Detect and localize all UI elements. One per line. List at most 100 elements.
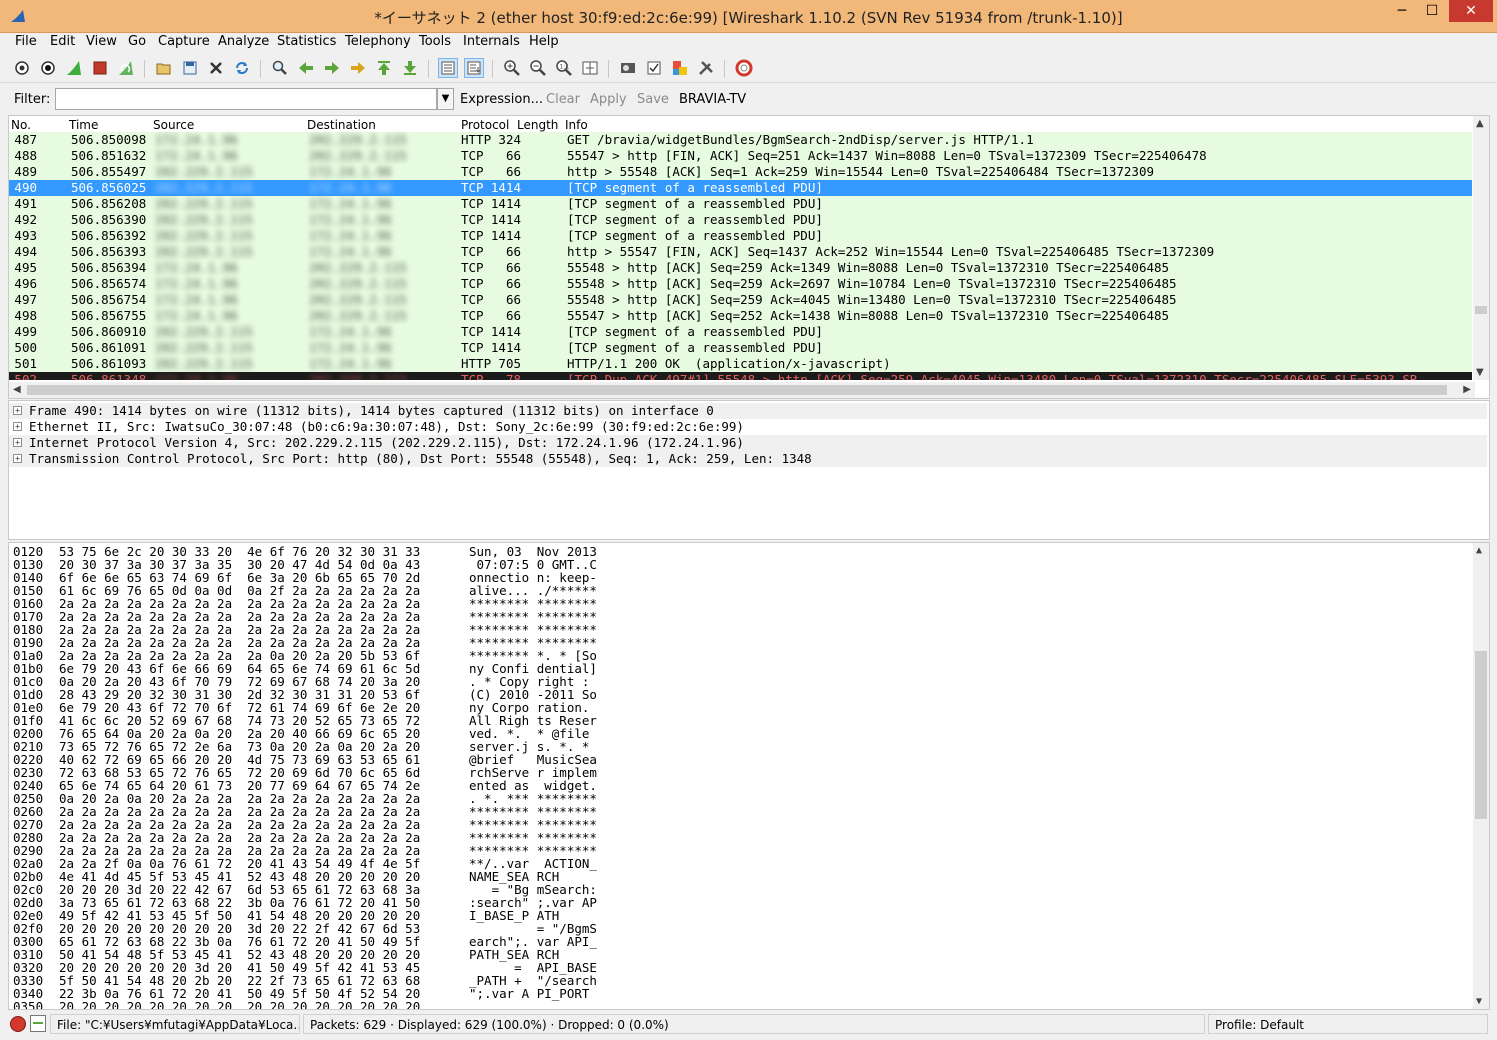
hex-bytes[interactable]: 20 20 20 20 20 20 20 20 20 20 20 20 20 2… — [59, 1000, 420, 1009]
packet-row[interactable]: 490 506.856025 202.229.2.115 172.24.1.96 TCP… — [9, 180, 1472, 196]
packet-row[interactable]: 493 506.856392 202.229.2.115 172.24.1.96 TCP… — [9, 228, 1472, 244]
restart-capture-icon[interactable] — [116, 58, 136, 78]
zoom-in-icon[interactable] — [502, 58, 522, 78]
go-to-packet-icon[interactable] — [348, 58, 368, 78]
scrollbar-thumb[interactable] — [1475, 306, 1487, 314]
menu-file[interactable]: File — [15, 34, 37, 49]
interfaces-icon[interactable] — [12, 58, 32, 78]
column-header-source[interactable]: Source — [153, 118, 194, 132]
scroll-right-icon[interactable]: ▶ — [1463, 384, 1471, 395]
open-file-icon[interactable] — [154, 58, 174, 78]
expert-info-icon[interactable] — [10, 1016, 26, 1032]
hex-ascii[interactable] — [469, 1000, 597, 1009]
packet-row[interactable]: 488 506.851632 172.24.1.96 202.229.2.115 TCP… — [9, 148, 1472, 164]
packet-row[interactable]: 489 506.855497 202.229.2.115 172.24.1.96 TCP… — [9, 164, 1472, 180]
packet-row[interactable]: 492 506.856390 202.229.2.115 172.24.1.96 TCP… — [9, 212, 1472, 228]
first-packet-icon[interactable] — [374, 58, 394, 78]
hex-offset[interactable]: 0350 — [13, 1000, 43, 1009]
scrollbar-thumb[interactable] — [1475, 651, 1487, 819]
clear-button[interactable]: Clear — [546, 92, 580, 107]
maximize-button[interactable]: ☐ — [1417, 0, 1447, 22]
scroll-down-icon[interactable]: ▼ — [1476, 996, 1482, 1007]
normal-size-icon[interactable]: 1:1 — [554, 58, 574, 78]
packet-row[interactable]: 495 506.856394 172.24.1.96 202.229.2.115 TCP… — [9, 260, 1472, 276]
packet-row[interactable]: 494 506.856393 202.229.2.115 172.24.1.96 TCP… — [9, 244, 1472, 260]
packet-bytes-pane[interactable]: 0120 53 75 6e 2c 20 30 33 20 4e 6f 76 20 … — [8, 542, 1490, 1010]
expression-button[interactable]: Expression... — [460, 92, 543, 107]
colorize-icon[interactable] — [438, 58, 458, 78]
column-header-no[interactable]: No. — [11, 118, 31, 132]
menu-analyze[interactable]: Analyze — [218, 34, 269, 49]
display-filters-icon[interactable] — [644, 58, 664, 78]
minimize-button[interactable]: ─ — [1387, 0, 1417, 22]
bytes-vertical-scrollbar[interactable]: ▲ ▼ — [1473, 543, 1489, 1009]
detail-row-ip[interactable]: + Internet Protocol Version 4, Src: 202.… — [9, 435, 1487, 451]
help-icon[interactable] — [734, 58, 754, 78]
scroll-down-icon[interactable]: ▼ — [1476, 367, 1484, 378]
expand-icon[interactable]: + — [13, 406, 22, 415]
column-header-time[interactable]: Time — [69, 118, 98, 132]
menu-telephony[interactable]: Telephony — [345, 34, 411, 49]
go-back-icon[interactable] — [296, 58, 316, 78]
packet-details-tree[interactable]: + Frame 490: 1414 bytes on wire (11312 b… — [8, 400, 1490, 540]
column-header-protocol[interactable]: Protocol — [461, 118, 509, 132]
packet-row[interactable]: 501 506.861093 202.229.2.115 172.24.1.96 HTT… — [9, 356, 1472, 372]
capture-filters-icon[interactable] — [618, 58, 638, 78]
menu-internals[interactable]: Internals — [463, 34, 520, 49]
resize-columns-icon[interactable] — [580, 58, 600, 78]
close-button[interactable]: ✕ — [1449, 0, 1493, 22]
scroll-left-icon[interactable]: ◀ — [13, 384, 21, 395]
menu-help[interactable]: Help — [529, 34, 559, 49]
go-forward-icon[interactable] — [322, 58, 342, 78]
menu-edit[interactable]: Edit — [50, 34, 75, 49]
auto-scroll-icon[interactable] — [464, 58, 484, 78]
packet-row[interactable]: 497 506.856754 172.24.1.96 202.229.2.115 TCP… — [9, 292, 1472, 308]
column-header-destination[interactable]: Destination — [307, 118, 376, 132]
capture-comment-icon[interactable] — [30, 1015, 46, 1032]
save-file-icon[interactable] — [180, 58, 200, 78]
zoom-out-icon[interactable] — [528, 58, 548, 78]
column-header-info[interactable]: Info — [565, 118, 588, 132]
capture-options-icon[interactable] — [38, 58, 58, 78]
detail-row-ethernet[interactable]: + Ethernet II, Src: IwatsuCo_30:07:48 (b… — [9, 419, 1487, 435]
expand-icon[interactable]: + — [13, 422, 22, 431]
scrollbar-thumb[interactable] — [27, 385, 1447, 395]
packet-list[interactable]: No. Time Source Destination Protocol Len… — [8, 115, 1490, 399]
filter-dropdown-button[interactable]: ▼ — [437, 88, 454, 110]
coloring-rules-icon[interactable] — [670, 58, 690, 78]
apply-button[interactable]: Apply — [590, 92, 627, 107]
expand-icon[interactable]: + — [13, 454, 22, 463]
display-filter-input[interactable] — [55, 88, 437, 110]
packet-row[interactable]: 498 506.856755 172.24.1.96 202.229.2.115 TCP… — [9, 308, 1472, 324]
reload-icon[interactable] — [232, 58, 252, 78]
find-packet-icon[interactable] — [270, 58, 290, 78]
saved-filter-button[interactable]: BRAVIA-TV — [679, 92, 746, 107]
packet-row[interactable]: 500 506.861091 202.229.2.115 172.24.1.96 TCP… — [9, 340, 1472, 356]
status-profile[interactable]: Profile: Default — [1208, 1014, 1488, 1034]
detail-row-tcp[interactable]: + Transmission Control Protocol, Src Por… — [9, 451, 1487, 467]
menu-go[interactable]: Go — [128, 34, 146, 49]
save-button[interactable]: Save — [637, 92, 669, 107]
last-packet-icon[interactable] — [400, 58, 420, 78]
stop-capture-icon[interactable] — [90, 58, 110, 78]
menu-tools[interactable]: Tools — [419, 34, 451, 49]
detail-row-frame[interactable]: + Frame 490: 1414 bytes on wire (11312 b… — [9, 403, 1487, 419]
start-capture-icon[interactable] — [64, 58, 84, 78]
scroll-up-icon[interactable]: ▲ — [1476, 545, 1482, 556]
packet-row[interactable]: 491 506.856208 202.229.2.115 172.24.1.96 TCP… — [9, 196, 1472, 212]
packet-row[interactable]: 496 506.856574 172.24.1.96 202.229.2.115 TCP… — [9, 276, 1472, 292]
menu-capture[interactable]: Capture — [158, 34, 210, 49]
scroll-up-icon[interactable]: ▲ — [1476, 118, 1484, 129]
expand-icon[interactable]: + — [13, 438, 22, 447]
packet-row[interactable]: 502 506.861348 172.24.1.96 202.229.2.115 TCP… — [9, 372, 1472, 380]
packet-row[interactable]: 487 506.850098 172.24.1.96 202.229.2.115 HTT… — [9, 132, 1472, 148]
column-header-length[interactable]: Length — [517, 118, 558, 132]
close-file-icon[interactable] — [206, 58, 226, 78]
packet-list-horizontal-scrollbar[interactable]: ◀ ▶ — [9, 382, 1475, 398]
packet-list-vertical-scrollbar[interactable]: ▲ ▼ — [1473, 116, 1489, 380]
preferences-icon[interactable] — [696, 58, 716, 78]
menu-statistics[interactable]: Statistics — [277, 34, 336, 49]
menu-view[interactable]: View — [86, 34, 117, 49]
packet-row[interactable]: 499 506.860910 202.229.2.115 172.24.1.96 TCP… — [9, 324, 1472, 340]
packet-info: http > 55547 [FIN, ACK] Seq=1437 Ack=252… — [567, 244, 1215, 259]
